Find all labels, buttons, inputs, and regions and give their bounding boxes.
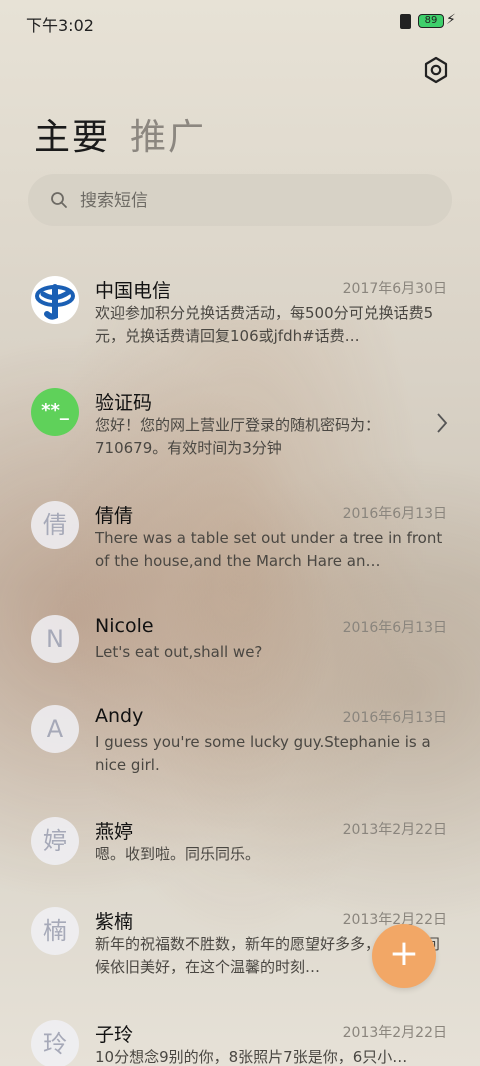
avatar: 玲 — [31, 1020, 79, 1066]
search-input[interactable] — [78, 174, 422, 228]
message-date: 2017年6月30日 — [342, 281, 447, 297]
message-date: 2016年6月13日 — [342, 620, 447, 636]
message-preview: 嗯。收到啦。同乐同乐。 — [95, 845, 261, 863]
conversation-row[interactable]: 中国电信 2017年6月30日 欢迎参加积分兑换话费活动，每500分可兑换话费5… — [0, 262, 480, 372]
avatar: 楠 — [31, 907, 79, 955]
settings-button[interactable] — [422, 56, 450, 84]
conversation-row[interactable]: A Andy 2016年6月13日 I guess you're some lu… — [0, 691, 480, 801]
new-message-button[interactable]: + — [372, 924, 436, 988]
message-preview: 10分想念9别的你，8张照片7张是你，6只小… — [95, 1048, 408, 1066]
search-bar[interactable] — [28, 174, 452, 228]
contact-name: 倩倩 — [95, 505, 134, 527]
contact-name: 子玲 — [95, 1024, 134, 1046]
message-preview: 欢迎参加积分兑换话费活动，每500分可兑换话费5元，兑换话费请回复106或jfd… — [95, 304, 434, 345]
avatar: N — [31, 615, 79, 663]
tab-promotions[interactable]: 推广 — [130, 108, 206, 160]
tab-primary[interactable]: 主要 — [34, 108, 110, 160]
message-date: 2013年2月22日 — [342, 1025, 447, 1041]
contact-name: 燕婷 — [95, 821, 134, 843]
conversation-row[interactable]: 倩 倩倩 2016年6月13日 There was a table set ou… — [0, 487, 480, 597]
avatar — [31, 276, 79, 324]
contact-name: 验证码 — [95, 392, 153, 414]
conversation-row[interactable]: 玲 子玲 2013年2月22日 10分想念9别的你，8张照片7张是你，6只小… — [0, 1006, 480, 1066]
contact-name: 紫楠 — [95, 911, 134, 933]
message-date: 2013年2月22日 — [342, 822, 447, 838]
message-date: 2016年6月13日 — [342, 710, 447, 726]
status-time: 下午3:02 — [26, 16, 94, 35]
plus-icon: + — [388, 933, 420, 974]
message-preview: I guess you're some lucky guy.Stephanie … — [95, 733, 431, 774]
conversation-row[interactable]: **_ 验证码 您好！您的网上营业厅登录的随机密码为：710679。有效时间为3… — [0, 374, 480, 484]
message-preview: 您好！您的网上营业厅登录的随机密码为：710679。有效时间为3分钟 — [95, 416, 381, 457]
charging-icon: ⚡ — [446, 12, 456, 28]
contact-name: Nicole — [95, 615, 154, 637]
message-preview: Let's eat out,shall we? — [95, 643, 263, 661]
message-date: 2016年6月13日 — [342, 506, 447, 522]
china-telecom-logo-icon — [35, 284, 75, 320]
contact-name: 中国电信 — [95, 280, 172, 302]
settings-icon — [424, 56, 448, 84]
battery-icon: 89 — [418, 14, 444, 28]
search-icon — [51, 192, 67, 208]
chevron-right-icon — [437, 413, 448, 433]
sim-card-icon — [400, 14, 411, 29]
avatar: 婷 — [31, 817, 79, 865]
contact-name: Andy — [95, 705, 144, 727]
avatar: **_ — [31, 388, 79, 436]
avatar: A — [31, 705, 79, 753]
message-preview: There was a table set out under a tree i… — [95, 529, 443, 570]
status-bar: 下午3:02 89 ⚡ — [0, 0, 480, 44]
avatar: 倩 — [31, 501, 79, 549]
